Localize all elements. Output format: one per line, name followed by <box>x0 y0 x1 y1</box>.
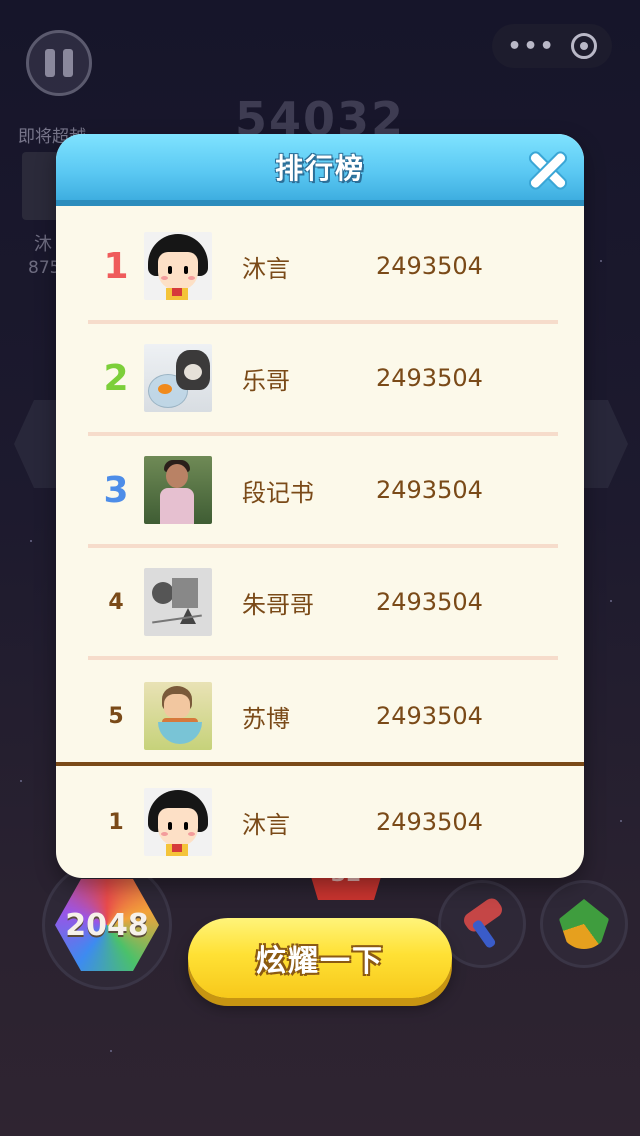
rank-row: 2 乐哥 2493504 <box>88 324 558 436</box>
player-name: 朱哥哥 <box>242 590 314 619</box>
player-score: 2493504 <box>376 702 483 730</box>
rank-number: 1 <box>103 245 129 287</box>
rank-number: 5 <box>108 703 124 729</box>
my-avatar <box>144 788 212 856</box>
pause-button[interactable] <box>26 30 92 96</box>
refresh-icon <box>559 899 609 949</box>
rank-number: 4 <box>108 589 124 615</box>
close-button[interactable] <box>526 148 570 192</box>
hammer-icon <box>457 895 507 950</box>
player-score: 2493504 <box>376 252 483 280</box>
leaderboard-modal: 排行榜 1 沐言 2493504 2 乐哥 2493504 3 段记书 2493… <box>56 134 584 878</box>
modal-header: 排行榜 <box>56 134 584 206</box>
player-score: 2493504 <box>376 364 483 392</box>
modal-title: 排行榜 <box>274 152 365 185</box>
rank-row: 1 沐言 2493504 <box>88 212 558 324</box>
avatar <box>144 568 212 636</box>
avatar <box>144 344 212 412</box>
refresh-button[interactable] <box>540 880 628 968</box>
my-name: 沐言 <box>242 810 290 839</box>
rank-row: 5 苏博 2493504 <box>88 660 558 772</box>
next-tile-slot: 2048 <box>42 860 172 990</box>
player-score: 2493504 <box>376 588 483 616</box>
avatar <box>144 232 212 300</box>
mini-program-capsule[interactable]: ••• <box>492 24 612 68</box>
close-miniprogram-icon[interactable] <box>570 33 597 59</box>
more-options-icon[interactable]: ••• <box>507 34 555 59</box>
rank-row: 4 朱哥哥 2493504 <box>88 548 558 660</box>
player-name: 段记书 <box>242 478 314 507</box>
rank-row: 3 段记书 2493504 <box>88 436 558 548</box>
rank-list: 1 沐言 2493504 2 乐哥 2493504 3 段记书 2 493504 … <box>56 212 584 772</box>
my-rank-row: 1 沐言 2493504 <box>88 766 558 878</box>
player-name: 乐哥 <box>242 366 290 395</box>
player-score: 2493504 <box>376 476 483 504</box>
pause-icon <box>45 49 55 77</box>
my-rank-number: 1 <box>108 809 124 835</box>
rank-number: 2 <box>103 357 129 399</box>
overtake-name: 沐 <box>34 234 52 255</box>
rank-number: 3 <box>103 469 129 511</box>
player-name: 沐言 <box>242 254 290 283</box>
show-off-label: 炫耀一下 <box>256 944 384 979</box>
my-score: 2493504 <box>376 808 483 836</box>
tile-2048: 2048 <box>55 879 159 971</box>
show-off-button[interactable]: 炫耀一下 <box>188 918 452 998</box>
player-name: 苏博 <box>242 704 290 733</box>
avatar <box>144 682 212 750</box>
avatar <box>144 456 212 524</box>
